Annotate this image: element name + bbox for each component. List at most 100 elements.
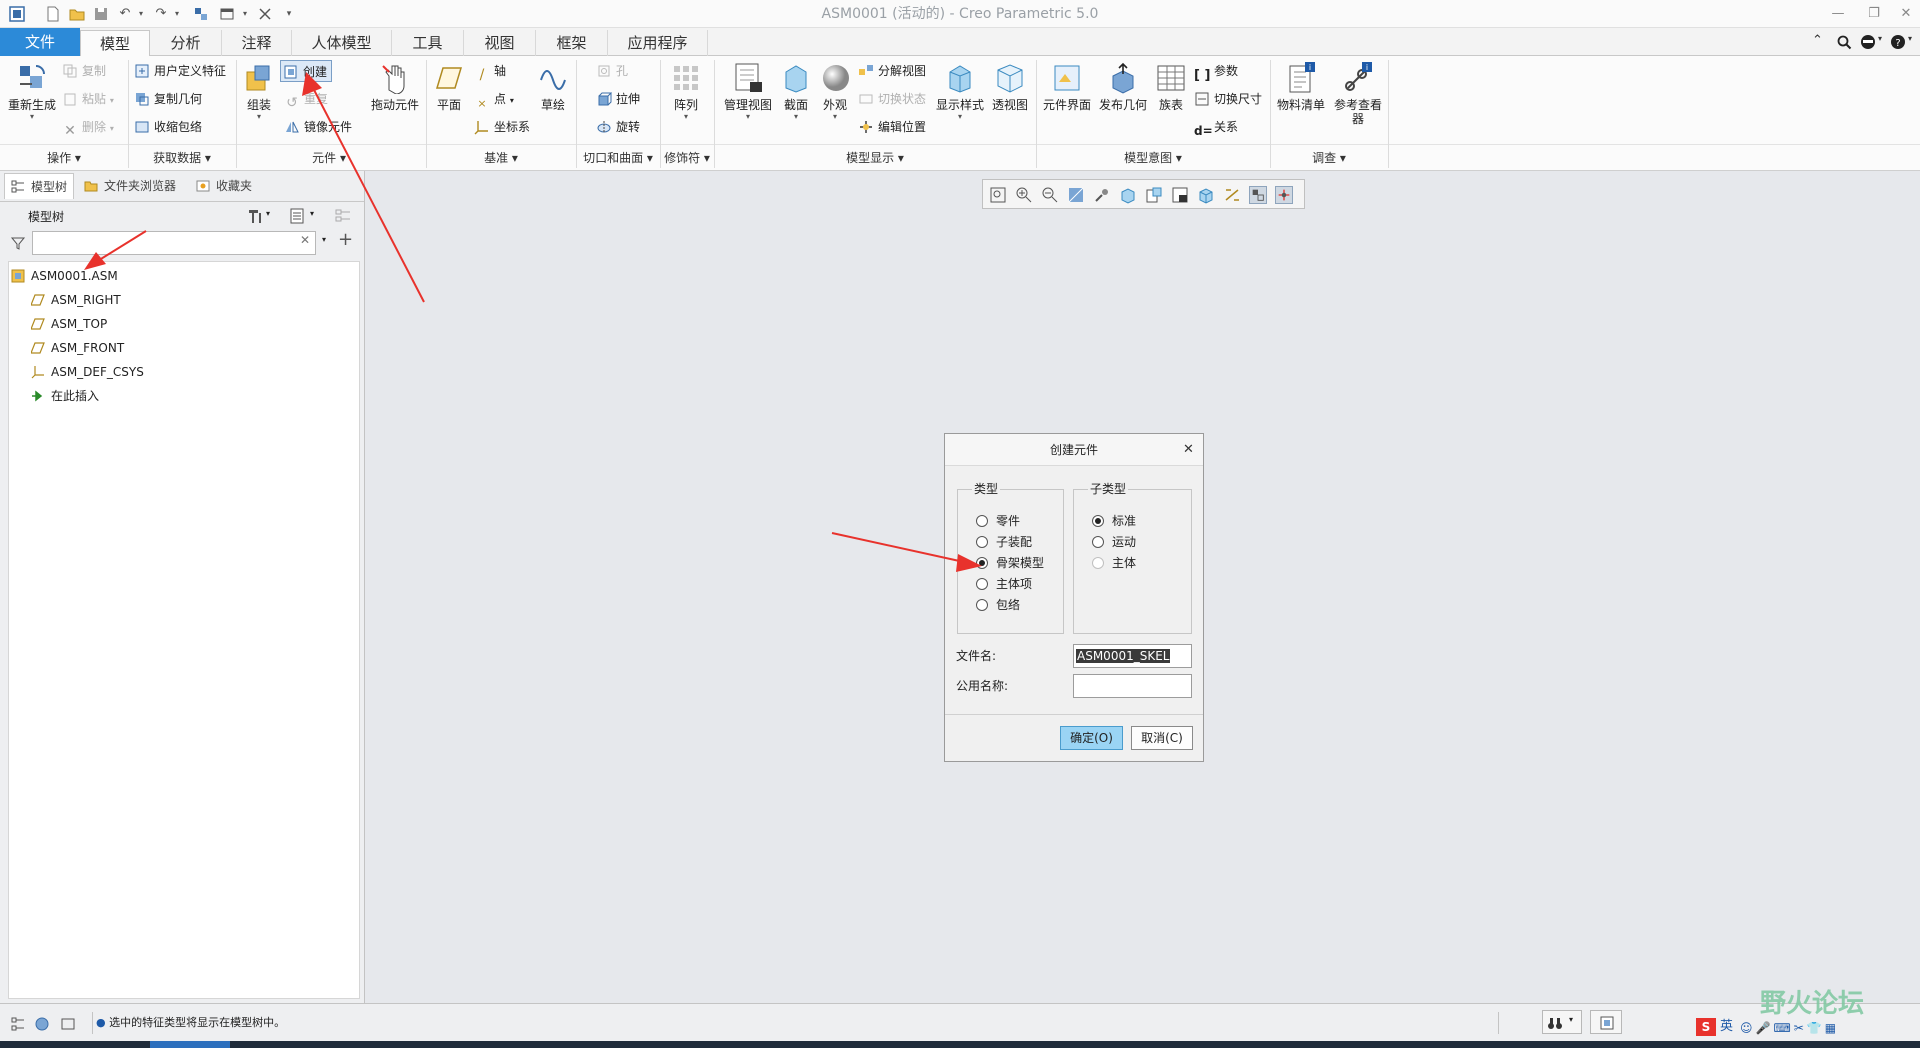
spin-center-icon[interactable] <box>1093 186 1111 204</box>
tree-settings-icon[interactable] <box>246 207 264 225</box>
tree-item-asm-right[interactable]: ASM_RIGHT <box>31 290 121 310</box>
repaint-icon[interactable] <box>1067 186 1085 204</box>
windows-icon[interactable] <box>218 5 236 23</box>
perspective-view-icon[interactable] <box>1171 186 1189 204</box>
find-dropdown-icon[interactable]: ▾ <box>1569 1015 1573 1024</box>
pattern-button[interactable]: 阵列 ▾ <box>666 62 706 122</box>
tab-favorites[interactable]: 收藏夹 <box>190 173 262 199</box>
customize-toolbar-icon[interactable]: ▾ <box>280 5 298 23</box>
tree-item-insert-here[interactable]: 在此插入 <box>31 386 99 406</box>
tab-manikin[interactable]: 人体模型 <box>292 30 392 56</box>
tab-view[interactable]: 视图 <box>464 30 536 56</box>
tab-tools[interactable]: 工具 <box>392 30 464 56</box>
family-table-button[interactable]: 族表 <box>1154 62 1188 112</box>
subtype-standard-radio[interactable]: 标准 <box>1092 512 1136 530</box>
revolve-button[interactable]: 旋转 <box>596 116 640 138</box>
app-icon[interactable] <box>8 5 26 23</box>
type-bulk-item-radio[interactable]: 主体项 <box>976 575 1032 593</box>
axis-button[interactable]: / 轴 <box>474 60 506 83</box>
parameters-button[interactable]: [ ] 参数 <box>1194 60 1238 83</box>
assemble-button[interactable]: 组装 ▾ <box>240 62 278 122</box>
ime-logo-icon[interactable]: S <box>1696 1018 1716 1036</box>
regenerate-button[interactable]: 重新生成 ▾ <box>4 62 60 122</box>
display-style-icon[interactable] <box>1197 186 1215 204</box>
group-label-cut-surface[interactable]: 切口和曲面 ▾ <box>576 148 660 168</box>
tab-analysis[interactable]: 分析 <box>150 30 222 56</box>
copy-button[interactable]: 复制 <box>62 60 106 82</box>
tab-framework[interactable]: 框架 <box>536 30 608 56</box>
search-icon[interactable] <box>1836 34 1852 50</box>
restore-icon[interactable]: ❐ <box>1862 3 1886 25</box>
hole-button[interactable]: 孔 <box>596 60 628 82</box>
switch-dimensions-button[interactable]: 切换尺寸 <box>1194 88 1262 110</box>
tree-item-asm-front[interactable]: ASM_FRONT <box>31 338 124 358</box>
zoom-out-icon[interactable] <box>1041 186 1059 204</box>
dialog-close-icon[interactable]: ✕ <box>1183 442 1194 457</box>
minimize-icon[interactable]: — <box>1826 3 1850 25</box>
group-label-operations[interactable]: 操作 ▾ <box>0 148 128 168</box>
manage-views-button[interactable]: 管理视图 ▾ <box>720 62 776 122</box>
annotation-display-icon[interactable] <box>1249 186 1267 204</box>
appearance-dropdown-icon[interactable]: ▾ <box>820 112 850 122</box>
tree-item-asm0001[interactable]: ASM0001.ASM <box>11 266 118 286</box>
delete-button[interactable]: ✕ 删除 ▾ <box>62 116 114 139</box>
type-skeleton-radio[interactable]: 骨架模型 <box>976 554 1044 572</box>
group-label-get-data[interactable]: 获取数据 ▾ <box>128 148 236 168</box>
tab-applications[interactable]: 应用程序 <box>608 30 708 56</box>
perspective-button[interactable]: 透视图 <box>990 62 1030 112</box>
bom-button[interactable]: i 物料清单 <box>1274 62 1328 112</box>
cancel-button[interactable]: 取消(C) <box>1131 726 1193 750</box>
csys-button[interactable]: 坐标系 <box>474 116 530 138</box>
spin-center-toggle-icon[interactable] <box>1275 186 1293 204</box>
create-component-button[interactable]: 创建 <box>280 60 333 82</box>
udf-button[interactable]: 用户定义特征 <box>134 60 226 82</box>
add-column-icon[interactable]: + <box>338 229 353 250</box>
fullscreen-icon[interactable] <box>60 1016 76 1032</box>
tab-annotate[interactable]: 注释 <box>222 30 292 56</box>
appearance-button[interactable]: 外观 ▾ <box>820 62 850 122</box>
tab-model[interactable]: 模型 <box>80 30 150 57</box>
point-button[interactable]: × 点 ▾ <box>474 88 513 110</box>
zoom-in-icon[interactable] <box>1015 186 1033 204</box>
group-label-model-display[interactable]: 模型显示 ▾ <box>714 148 1036 168</box>
type-subassembly-radio[interactable]: 子装配 <box>976 533 1032 551</box>
drag-component-button[interactable]: 拖动元件 <box>368 62 422 112</box>
clear-search-icon[interactable]: ✕ <box>300 233 310 247</box>
tab-file[interactable]: 文件 <box>0 28 80 56</box>
regenerate-quick-icon[interactable] <box>192 5 210 23</box>
subtype-motion-radio[interactable]: 运动 <box>1092 533 1136 551</box>
group-label-datum[interactable]: 基准 ▾ <box>426 148 576 168</box>
display-style-dropdown-icon[interactable]: ▾ <box>934 112 986 122</box>
tab-folder-browser[interactable]: 文件夹浏览器 <box>78 173 186 199</box>
section-dropdown-icon[interactable]: ▾ <box>780 112 812 122</box>
ime-toolbar-icons[interactable]: ☺🎤⌨✂👕▦ <box>1740 1019 1839 1037</box>
redo-dropdown-icon[interactable]: ▾ <box>168 5 186 23</box>
tree-item-asm-top[interactable]: ASM_TOP <box>31 314 107 334</box>
tree-search-input[interactable] <box>32 231 316 255</box>
publish-geometry-button[interactable]: 发布几何 <box>1096 62 1150 112</box>
new-file-icon[interactable] <box>44 5 62 23</box>
reference-viewer-button[interactable]: i 参考查看 器 <box>1330 62 1386 126</box>
undo-dropdown-icon[interactable]: ▾ <box>132 5 150 23</box>
plane-button[interactable]: 平面 <box>432 62 466 112</box>
filename-input[interactable]: ASM0001_SKEL <box>1073 644 1192 668</box>
assemble-dropdown-icon[interactable]: ▾ <box>240 112 278 122</box>
sketch-button[interactable]: 草绘 <box>538 62 568 112</box>
edit-position-button[interactable]: 编辑位置 <box>858 116 926 138</box>
manage-views-dropdown-icon[interactable]: ▾ <box>720 112 776 122</box>
show-list-dropdown-icon[interactable]: ▾ <box>310 209 314 218</box>
ime-language[interactable]: 英 <box>1720 1018 1733 1036</box>
browser-icon[interactable] <box>34 1016 50 1032</box>
filter-icon[interactable] <box>10 235 26 251</box>
datum-display-icon[interactable] <box>1223 186 1241 204</box>
common-name-input[interactable] <box>1073 674 1192 698</box>
ok-button[interactable]: 确定(O) <box>1060 726 1123 750</box>
tree-item-asm-def-csys[interactable]: ASM_DEF_CSYS <box>31 362 144 382</box>
windows-dropdown-icon[interactable]: ▾ <box>236 5 254 23</box>
component-interface-button[interactable]: 元件界面 <box>1040 62 1094 112</box>
taskbar-active-app[interactable] <box>150 1041 230 1048</box>
toggle-navigator-icon[interactable] <box>10 1016 26 1032</box>
selection-filter-button[interactable] <box>1590 1010 1622 1034</box>
account-dropdown-icon[interactable]: ▾ <box>1878 34 1882 43</box>
relations-button[interactable]: d=关系 <box>1194 116 1238 138</box>
